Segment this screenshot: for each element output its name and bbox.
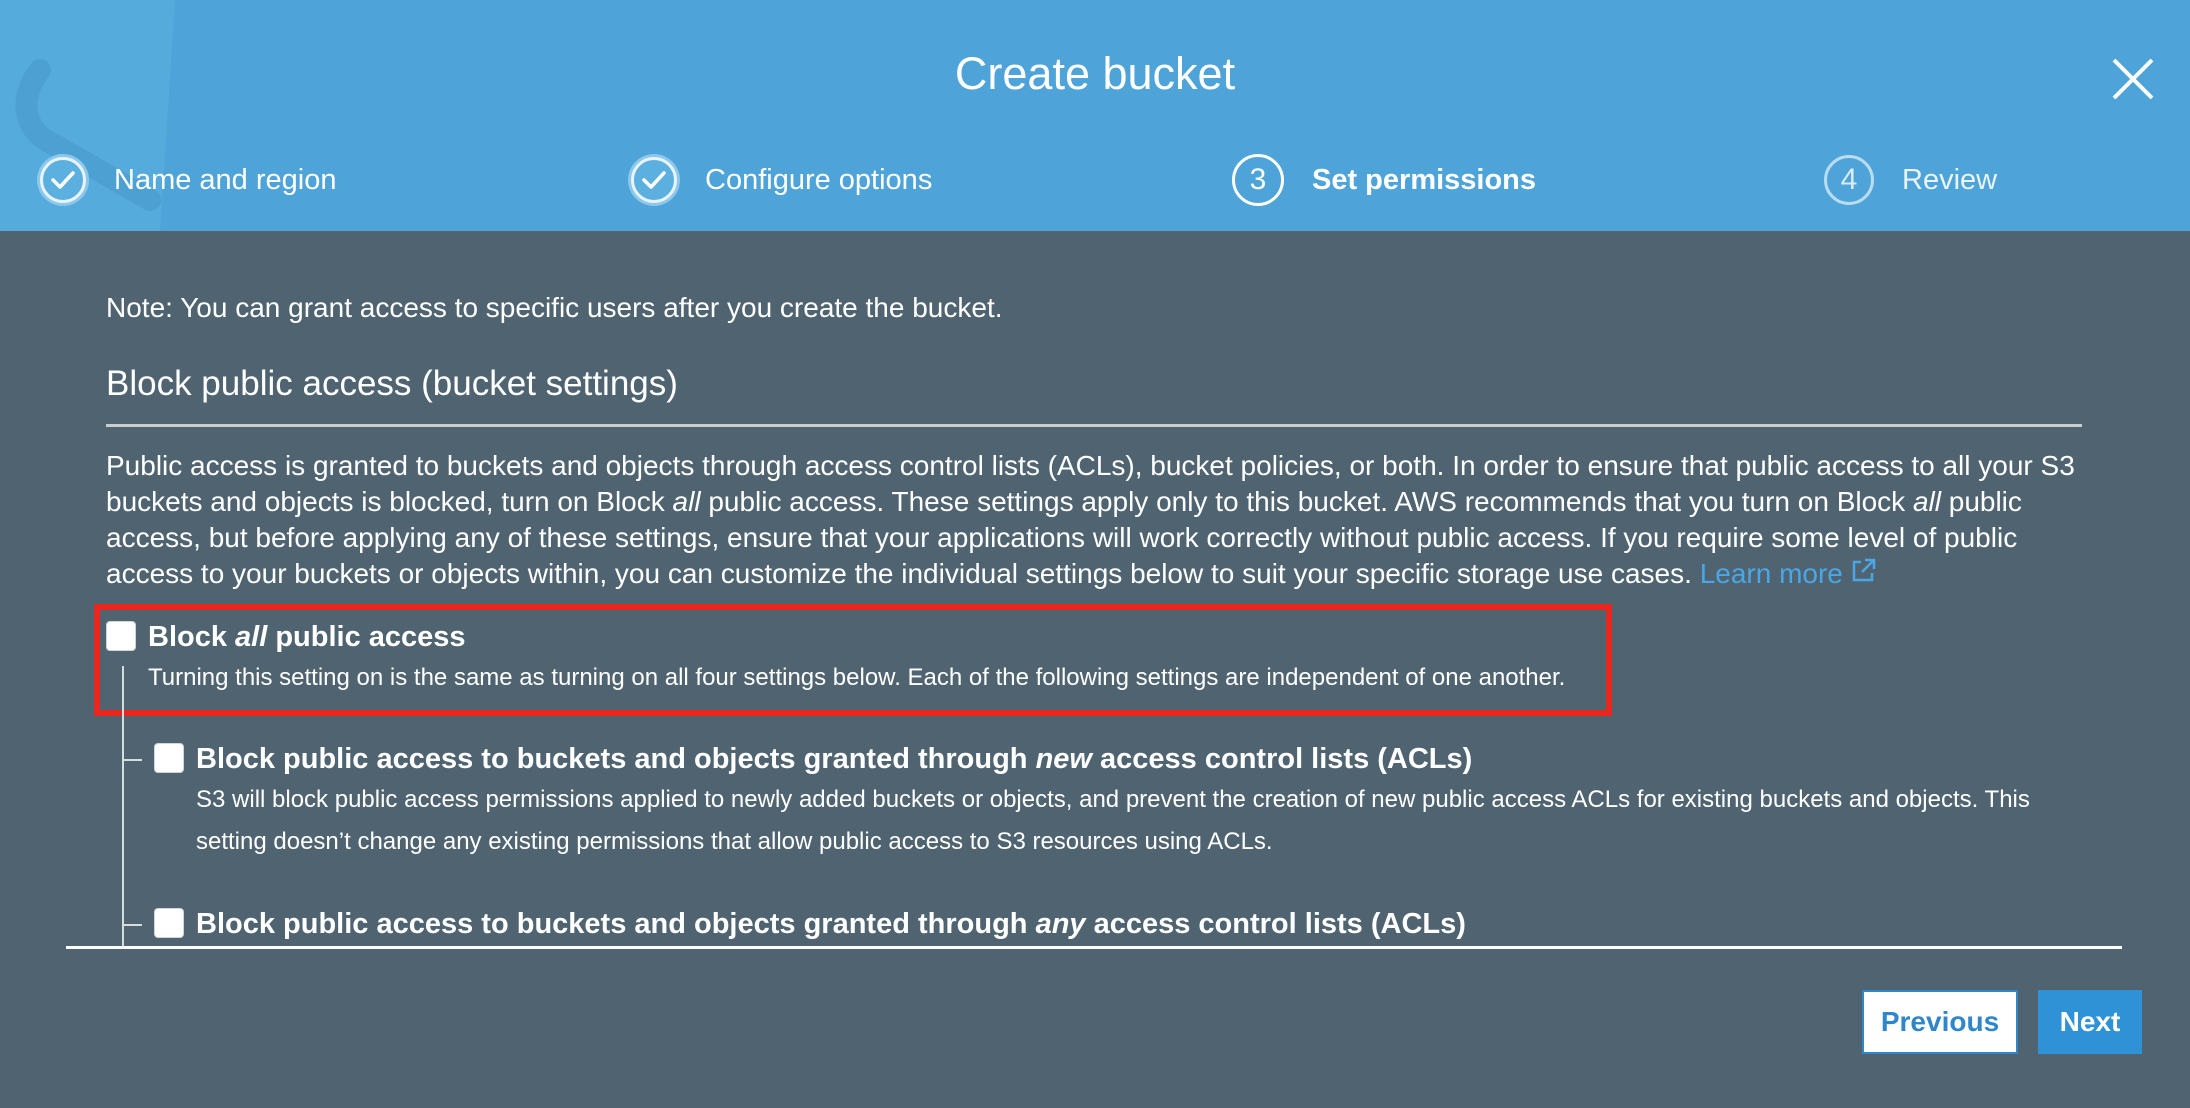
step-label: Set permissions: [1312, 163, 1537, 196]
check-icon: [40, 157, 86, 203]
option-label-part: Block: [148, 621, 236, 653]
scroll-area-divider: [66, 946, 2122, 949]
step-label: Configure options: [705, 163, 933, 196]
step-label: Review: [1902, 163, 1998, 196]
section-divider: [106, 424, 2082, 427]
learn-more-label: Learn more: [1699, 558, 1843, 589]
description-emphasis: all: [1912, 486, 1941, 517]
option-label-emphasis: any: [1035, 908, 1086, 940]
block-all-public-access-checkbox[interactable]: [106, 621, 136, 651]
dialog-title: Create bucket: [954, 48, 1236, 99]
tree-branch: [122, 759, 142, 761]
description-text: Public access is granted to buckets and …: [106, 448, 2096, 592]
description-emphasis: all: [672, 486, 701, 517]
block-new-acls-description: S3 will block public access permissions …: [196, 786, 2030, 855]
step-number: 3: [1232, 154, 1284, 206]
next-button[interactable]: Next: [2038, 990, 2142, 1054]
step-set-permissions: 3 Set permissions: [1232, 152, 1536, 208]
learn-more-link[interactable]: Learn more: [1700, 558, 1877, 589]
step-name-and-region[interactable]: Name and region: [40, 152, 336, 208]
tree-branch: [122, 924, 142, 926]
check-icon: [631, 157, 677, 203]
block-new-acls-checkbox[interactable]: [154, 743, 184, 773]
block-any-acls-label[interactable]: Block public access to buckets and objec…: [196, 908, 1466, 941]
block-all-public-access-description: Turning this setting on is the same as t…: [148, 664, 1566, 691]
close-icon[interactable]: [2108, 54, 2158, 104]
option-label-part: public access: [267, 621, 466, 653]
tree-connector: [122, 666, 124, 946]
block-any-acls-checkbox[interactable]: [154, 908, 184, 938]
step-configure-options[interactable]: Configure options: [631, 152, 932, 208]
option-label-part: Block public access to buckets and objec…: [196, 743, 1036, 775]
step-label: Name and region: [114, 163, 337, 196]
option-label-emphasis: all: [235, 621, 268, 653]
step-number: 4: [1824, 155, 1874, 205]
description-part: public access. These settings apply only…: [700, 486, 1913, 517]
block-new-acls-label[interactable]: Block public access to buckets and objec…: [196, 743, 1472, 776]
wizard-header: Create bucket Name and region Configure …: [0, 0, 2190, 231]
option-label-emphasis: new: [1035, 743, 1092, 775]
option-label-part: access control lists (ACLs): [1085, 908, 1466, 940]
section-title: Block public access (bucket settings): [106, 364, 678, 403]
block-all-public-access-label[interactable]: Block all public access: [148, 621, 466, 654]
option-label-part: Block public access to buckets and objec…: [196, 908, 1036, 940]
option-label-part: access control lists (ACLs): [1091, 743, 1473, 775]
note-text: Note: You can grant access to specific u…: [106, 292, 1003, 323]
step-review[interactable]: 4 Review: [1824, 152, 1997, 208]
previous-button[interactable]: Previous: [1862, 990, 2018, 1054]
external-link-icon: [1852, 558, 1876, 582]
